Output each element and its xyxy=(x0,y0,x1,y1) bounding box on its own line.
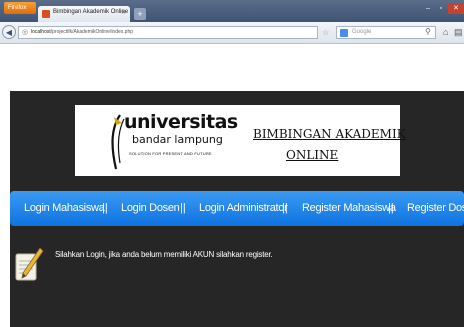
tab-title: Bimbingan Akademik Online xyxy=(53,9,129,15)
logo-text-universitas: universitas xyxy=(124,111,238,133)
browser-tab[interactable]: Bimbingan Akademik Online ✕ xyxy=(38,6,130,22)
new-tab-button[interactable]: + xyxy=(134,8,146,20)
url-path: /projectifk/AkademikOnline/index.php xyxy=(50,29,133,35)
downloads-icon[interactable]: ▤ xyxy=(454,27,463,38)
logo-tagline: SOLUTION FOR PRESENT AND FUTURE xyxy=(129,151,212,156)
menu-login-administrator[interactable]: Login Administrator xyxy=(199,202,288,214)
menu-register-dosen[interactable]: Register Dosen xyxy=(407,202,464,214)
notepad-pencil-icon xyxy=(15,247,44,281)
header-banner: universitas bandar lampung SOLUTION FOR … xyxy=(75,105,406,176)
menu-separator: || xyxy=(102,202,108,214)
close-window-icon[interactable]: ✕ xyxy=(448,3,464,14)
login-info-message: Silahkan Login, jika anda belum memiliki… xyxy=(55,250,273,259)
menu-separator: || xyxy=(180,202,186,214)
home-icon[interactable]: ⌂ xyxy=(443,27,448,37)
url-host: localhost xyxy=(31,29,51,35)
search-engine-icon[interactable] xyxy=(340,29,348,37)
menu-login-mahasiswa[interactable]: Login Mahasiswa xyxy=(24,202,105,214)
university-logo: universitas bandar lampung SOLUTION FOR … xyxy=(102,111,247,171)
logo-text-bandar-lampung: bandar lampung xyxy=(132,133,223,146)
browser-navbar: ◀ ◎ localhost/projectifk/AkademikOnline/… xyxy=(0,22,464,44)
back-arrow-icon[interactable]: ◀ xyxy=(2,25,16,39)
address-bar[interactable]: ◎ localhost/projectifk/AkademikOnline/in… xyxy=(18,26,318,39)
app-title-line1: BIMBINGAN AKADEMIK xyxy=(253,127,406,141)
url-text: localhost/projectifk/AkademikOnline/inde… xyxy=(31,29,133,35)
menu-register-mahasiswa[interactable]: Register Mahasiswa xyxy=(302,202,396,214)
globe-icon: ◎ xyxy=(22,29,29,36)
main-menu-bar: Login Mahasiswa || Login Dosen || Login … xyxy=(10,191,464,226)
firefox-menu-button[interactable]: Firefox xyxy=(4,2,36,14)
search-bar[interactable]: Google ⚲ xyxy=(336,26,436,39)
menu-login-dosen[interactable]: Login Dosen xyxy=(121,202,180,214)
minimize-icon[interactable]: – xyxy=(422,3,434,14)
close-tab-icon[interactable]: ✕ xyxy=(121,9,126,16)
magnifier-icon[interactable]: ⚲ xyxy=(425,27,431,36)
maximize-icon[interactable]: ▫ xyxy=(435,3,447,14)
menu-separator: || xyxy=(282,202,288,214)
app-title-line2: ONLINE xyxy=(286,148,339,162)
menu-separator: || xyxy=(388,202,394,214)
favicon-icon xyxy=(42,10,50,18)
browser-titlebar: Firefox Bimbingan Akademik Online ✕ + – … xyxy=(0,0,464,22)
search-placeholder: Google xyxy=(352,29,372,35)
bookmark-star-icon[interactable]: ☆ xyxy=(322,28,329,37)
